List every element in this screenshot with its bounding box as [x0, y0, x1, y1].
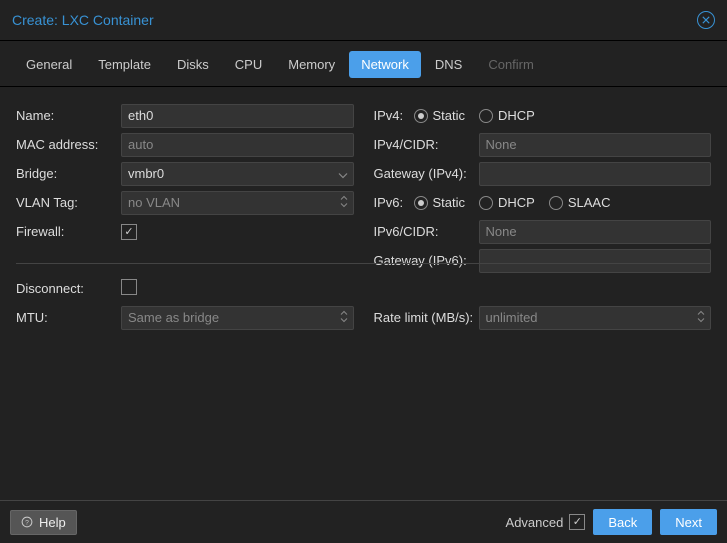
mac-label: MAC address:: [16, 137, 121, 152]
gw4-label: Gateway (IPv4):: [374, 166, 479, 181]
ipv4-static-radio[interactable]: Static: [414, 108, 466, 123]
close-icon[interactable]: [697, 11, 715, 29]
bridge-label: Bridge:: [16, 166, 121, 181]
advanced-label: Advanced: [506, 515, 564, 530]
mtu-input[interactable]: [121, 306, 354, 330]
firewall-label: Firewall:: [16, 224, 121, 239]
tab-dns[interactable]: DNS: [423, 51, 474, 78]
ipv6-slaac-label: SLAAC: [568, 195, 611, 210]
tab-confirm: Confirm: [476, 51, 546, 78]
svg-text:?: ?: [25, 519, 29, 526]
ipv6-dhcp-label: DHCP: [498, 195, 535, 210]
vlan-input[interactable]: [121, 191, 354, 215]
ipv4cidr-label: IPv4/CIDR:: [374, 137, 479, 152]
ipv4-dhcp-radio[interactable]: DHCP: [479, 108, 535, 123]
tab-template[interactable]: Template: [86, 51, 163, 78]
tab-general[interactable]: General: [14, 51, 84, 78]
back-button[interactable]: Back: [593, 509, 652, 535]
ipv6-slaac-radio[interactable]: SLAAC: [549, 195, 611, 210]
rate-input[interactable]: [479, 306, 712, 330]
ipv4-label: IPv4:: [374, 108, 414, 123]
titlebar: Create: LXC Container: [0, 0, 727, 41]
disconnect-label: Disconnect:: [16, 281, 121, 296]
ipv4-static-label: Static: [433, 108, 466, 123]
tab-memory[interactable]: Memory: [276, 51, 347, 78]
ipv4cidr-input[interactable]: [479, 133, 712, 157]
advanced-toggle[interactable]: Advanced: [506, 514, 586, 530]
ipv6cidr-label: IPv6/CIDR:: [374, 224, 479, 239]
ipv4-dhcp-label: DHCP: [498, 108, 535, 123]
help-button[interactable]: ? Help: [10, 510, 77, 535]
ipv6cidr-input[interactable]: [479, 220, 712, 244]
name-label: Name:: [16, 108, 121, 123]
tab-cpu[interactable]: CPU: [223, 51, 274, 78]
gw6-label: Gateway (IPv6):: [374, 253, 479, 268]
form-body: Name: MAC address: Bridge:: [0, 87, 727, 500]
gw4-input[interactable]: [479, 162, 712, 186]
tab-network[interactable]: Network: [349, 51, 421, 78]
bridge-combo[interactable]: [121, 162, 354, 186]
right-column: IPv4: Static DHCP IPv4/CIDR:: [374, 101, 712, 486]
create-lxc-dialog: Create: LXC Container General Template D…: [0, 0, 727, 543]
vlan-label: VLAN Tag:: [16, 195, 121, 210]
advanced-checkbox[interactable]: [569, 514, 585, 530]
ipv6-label: IPv6:: [374, 195, 414, 210]
rate-label: Rate limit (MB/s):: [374, 310, 479, 325]
name-input[interactable]: [121, 104, 354, 128]
footer: ? Help Advanced Back Next: [0, 500, 727, 543]
mac-input[interactable]: [121, 133, 354, 157]
mtu-label: MTU:: [16, 310, 121, 325]
ipv6-static-radio[interactable]: Static: [414, 195, 466, 210]
left-column: Name: MAC address: Bridge:: [16, 101, 354, 486]
disconnect-checkbox[interactable]: [121, 279, 137, 295]
tab-bar: General Template Disks CPU Memory Networ…: [0, 41, 727, 87]
tab-disks[interactable]: Disks: [165, 51, 221, 78]
section-divider: [16, 263, 711, 264]
dialog-title: Create: LXC Container: [12, 12, 154, 28]
ipv6-dhcp-radio[interactable]: DHCP: [479, 195, 535, 210]
gw6-input[interactable]: [479, 249, 712, 273]
help-icon: ?: [21, 516, 33, 528]
next-button[interactable]: Next: [660, 509, 717, 535]
firewall-checkbox[interactable]: [121, 224, 137, 240]
help-label: Help: [39, 515, 66, 530]
ipv6-static-label: Static: [433, 195, 466, 210]
